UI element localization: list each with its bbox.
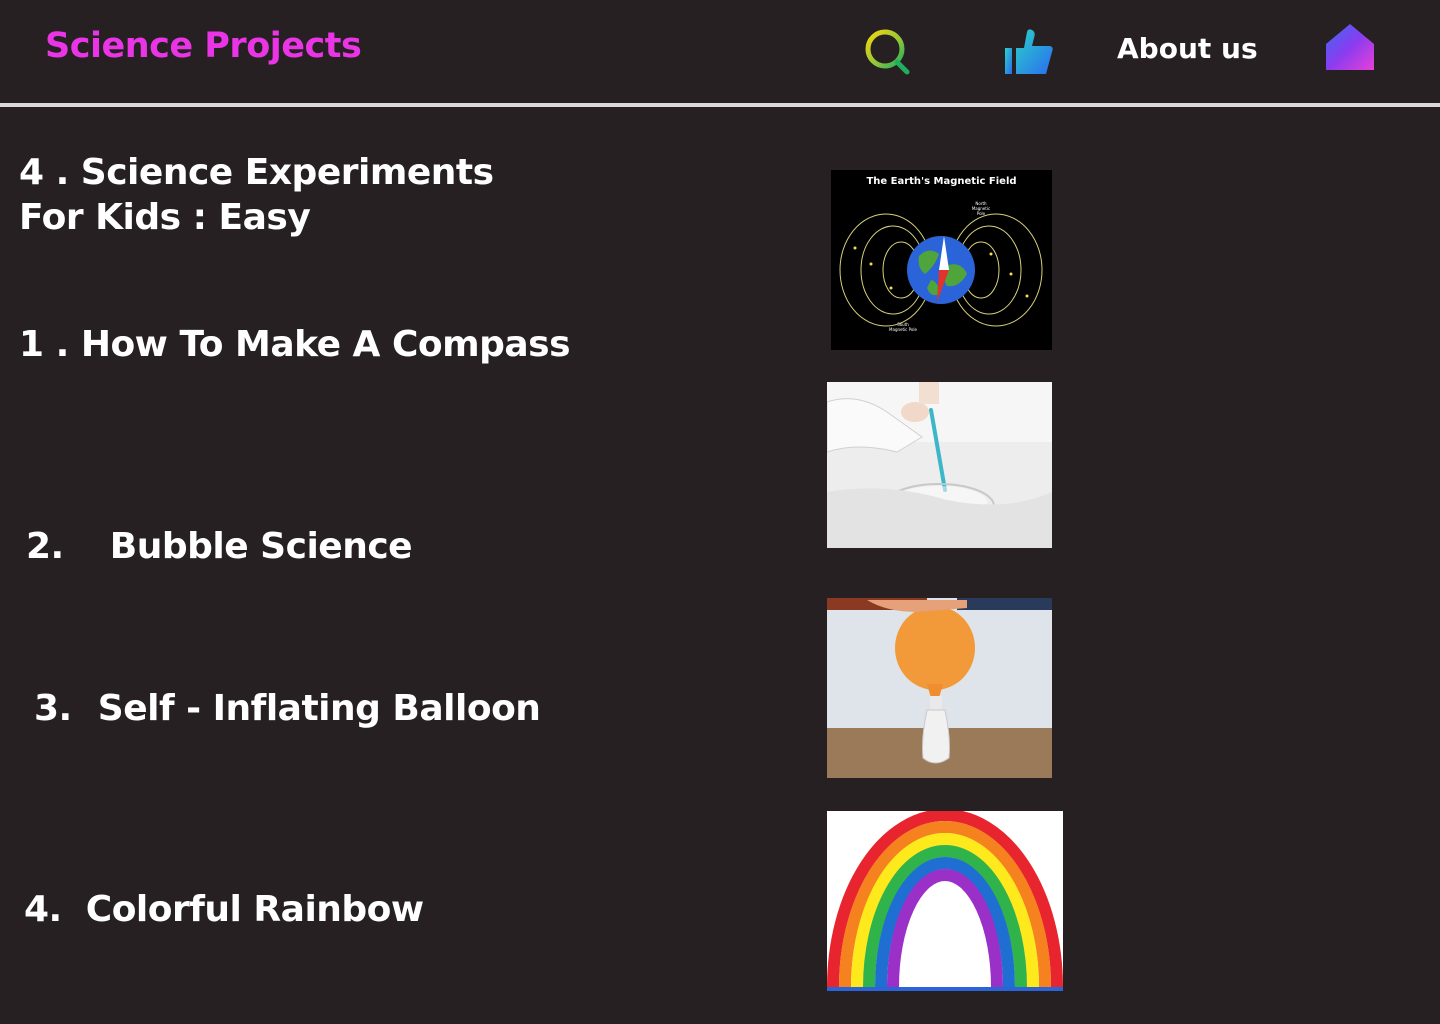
experiment-number: 2.: [26, 526, 64, 567]
balloon-experiment-photo: [827, 598, 1052, 778]
page-heading: 4 . Science Experiments For Kids : Easy: [19, 150, 494, 240]
page-heading-line2: For Kids : Easy: [19, 197, 311, 238]
top-navbar: Science Projects About us: [0, 0, 1440, 103]
home-button[interactable]: [1324, 22, 1378, 74]
about-us-link[interactable]: About us: [1117, 32, 1258, 65]
experiment-label: Colorful Rainbow: [85, 889, 424, 930]
bubble-experiment-photo: [827, 382, 1052, 548]
page-heading-line1: 4 . Science Experiments: [19, 152, 494, 193]
experiment-label: How To Make A Compass: [80, 324, 571, 365]
rainbow-image[interactable]: [827, 811, 1063, 991]
balloon-image[interactable]: [827, 598, 1052, 778]
experiment-title-rainbow[interactable]: 4. Colorful Rainbow: [24, 889, 424, 930]
compass-image[interactable]: The Earth's Magnetic Field North Magneti…: [831, 170, 1052, 350]
earth-magnetic-field-illustration: [839, 213, 1043, 327]
like-button[interactable]: [1002, 26, 1056, 78]
experiment-title-compass[interactable]: 1 . How To Make A Compass: [19, 324, 571, 365]
bubble-science-image[interactable]: [827, 382, 1052, 548]
brand-title[interactable]: Science Projects: [45, 26, 362, 66]
experiment-number: 3.: [34, 688, 72, 729]
experiment-label: Self - Inflating Balloon: [97, 688, 541, 729]
search-button[interactable]: [860, 26, 914, 78]
experiment-number: 4.: [24, 889, 62, 930]
experiment-label: Bubble Science: [109, 526, 413, 567]
experiment-number: 1 .: [19, 324, 69, 365]
experiment-title-bubble[interactable]: 2. Bubble Science: [26, 526, 413, 567]
thumbs-up-icon: [1005, 29, 1053, 74]
search-icon: [865, 29, 910, 75]
experiment-title-balloon[interactable]: 3. Self - Inflating Balloon: [34, 688, 541, 729]
header-divider: [0, 103, 1440, 107]
home-icon: [1326, 24, 1374, 70]
rainbow-illustration: [827, 811, 1063, 991]
